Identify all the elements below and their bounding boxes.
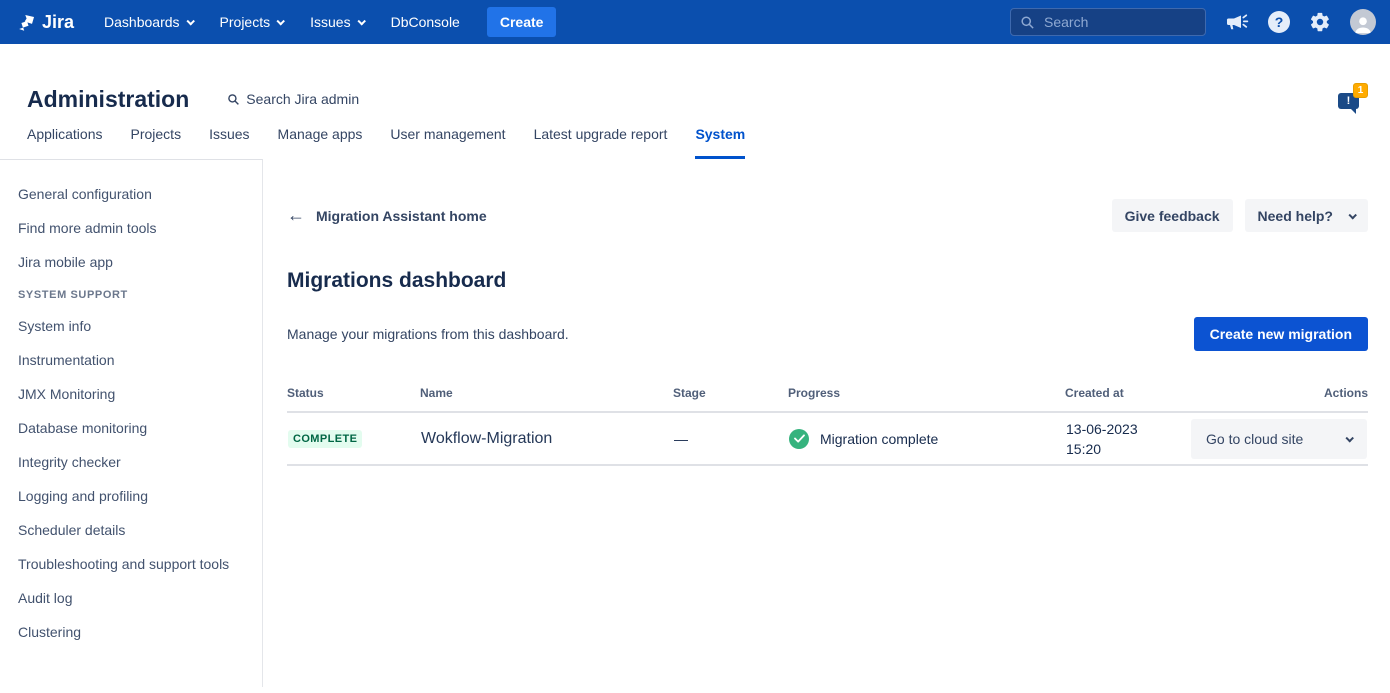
dashboard-subtitle: Manage your migrations from this dashboa… — [287, 326, 569, 342]
migrations-main: ← Migration Assistant home Give feedback… — [263, 159, 1390, 687]
sidebar-item-database-monitoring[interactable]: Database monitoring — [18, 418, 244, 438]
tab-latest-upgrade-report[interactable]: Latest upgrade report — [534, 126, 668, 159]
nav-dbconsole[interactable]: DbConsole — [391, 14, 460, 30]
col-actions: Actions — [1189, 382, 1368, 412]
chevron-down-icon — [1345, 434, 1353, 442]
sidebar-item-logging-and-profiling[interactable]: Logging and profiling — [18, 486, 244, 506]
nav-projects[interactable]: Projects — [220, 14, 284, 30]
system-sidebar: General configuration Find more admin to… — [0, 159, 263, 687]
create-button[interactable]: Create — [487, 7, 557, 37]
col-stage: Stage — [673, 382, 788, 412]
sidebar-item-general-configuration[interactable]: General configuration — [18, 184, 244, 204]
progress-label: Migration complete — [820, 431, 938, 447]
sidebar-section-system-support: System support — [18, 289, 244, 301]
back-arrow-icon: ← — [287, 205, 305, 226]
sidebar-item-jmx-monitoring[interactable]: JMX Monitoring — [18, 384, 244, 404]
go-to-cloud-site-button[interactable]: Go to cloud site — [1191, 419, 1367, 459]
chevron-down-icon — [186, 17, 194, 25]
chevron-down-icon — [357, 17, 365, 25]
need-help-button[interactable]: Need help? — [1245, 199, 1368, 232]
tab-manage-apps[interactable]: Manage apps — [278, 126, 363, 159]
tab-issues[interactable]: Issues — [209, 126, 249, 159]
search-icon — [1020, 15, 1035, 30]
user-avatar[interactable] — [1350, 9, 1376, 35]
tab-projects[interactable]: Projects — [131, 126, 182, 159]
nav-issues[interactable]: Issues — [310, 14, 363, 30]
sidebar-item-integrity-checker[interactable]: Integrity checker — [18, 452, 244, 472]
sidebar-item-audit-log[interactable]: Audit log — [18, 588, 244, 608]
chevron-down-icon — [277, 17, 285, 25]
col-created-at: Created at — [1065, 382, 1189, 412]
admin-tab-bar: Applications Projects Issues Manage apps… — [0, 126, 1390, 159]
sidebar-item-system-info[interactable]: System info — [18, 316, 244, 336]
table-header-row: Status Name Stage Progress Created at Ac… — [287, 382, 1368, 412]
top-navbar: Jira Dashboards Projects Issues DbConsol… — [0, 0, 1390, 44]
jira-logo-text: Jira — [42, 12, 74, 33]
success-check-icon — [789, 429, 809, 449]
sidebar-item-scheduler-details[interactable]: Scheduler details — [18, 520, 244, 540]
migrations-dashboard-title: Migrations dashboard — [287, 269, 1368, 293]
created-at-value: 13-06-2023 15:20 — [1066, 419, 1188, 459]
notification-count-badge: 1 — [1353, 83, 1368, 98]
jira-logo[interactable]: Jira — [16, 12, 74, 33]
content-layout: General configuration Find more admin to… — [0, 159, 1390, 687]
settings-gear-icon[interactable] — [1309, 11, 1331, 33]
page-title: Administration — [27, 86, 189, 113]
col-progress: Progress — [788, 382, 1065, 412]
migrations-table: Status Name Stage Progress Created at Ac… — [287, 382, 1368, 466]
migration-name: Wokflow-Migration — [420, 412, 673, 465]
search-icon — [227, 93, 240, 106]
col-name: Name — [420, 382, 673, 412]
jira-logo-icon — [16, 12, 37, 33]
back-to-migration-assistant-link[interactable]: ← Migration Assistant home — [287, 205, 487, 226]
col-status: Status — [287, 382, 420, 412]
migration-stage: — — [673, 412, 788, 465]
give-feedback-button[interactable]: Give feedback — [1112, 199, 1233, 232]
tab-applications[interactable]: Applications — [27, 126, 103, 159]
navbar-search[interactable] — [1010, 8, 1206, 36]
admin-search[interactable]: Search Jira admin — [227, 91, 359, 107]
nav-dashboards[interactable]: Dashboards — [104, 14, 193, 30]
sidebar-item-instrumentation[interactable]: Instrumentation — [18, 350, 244, 370]
tab-user-management[interactable]: User management — [390, 126, 505, 159]
help-icon[interactable]: ? — [1268, 11, 1290, 33]
sidebar-item-clustering[interactable]: Clustering — [18, 622, 244, 642]
admin-header: Administration Search Jira admin ! 1 — [0, 44, 1390, 124]
table-row: COMPLETE Wokflow-Migration — Migration c… — [287, 412, 1368, 465]
status-badge: COMPLETE — [288, 430, 362, 448]
navbar-search-input[interactable] — [1042, 13, 1196, 31]
sidebar-item-find-more-admin-tools[interactable]: Find more admin tools — [18, 218, 244, 238]
sidebar-item-troubleshooting[interactable]: Troubleshooting and support tools — [18, 554, 244, 574]
admin-search-label: Search Jira admin — [246, 91, 359, 107]
megaphone-icon[interactable] — [1225, 10, 1249, 34]
tab-system[interactable]: System — [695, 126, 745, 159]
chevron-down-icon — [1348, 211, 1356, 219]
create-new-migration-button[interactable]: Create new migration — [1194, 317, 1368, 351]
back-link-label: Migration Assistant home — [316, 208, 487, 224]
sidebar-item-jira-mobile-app[interactable]: Jira mobile app — [18, 252, 244, 272]
feedback-notification-icon[interactable]: ! 1 — [1338, 85, 1368, 113]
